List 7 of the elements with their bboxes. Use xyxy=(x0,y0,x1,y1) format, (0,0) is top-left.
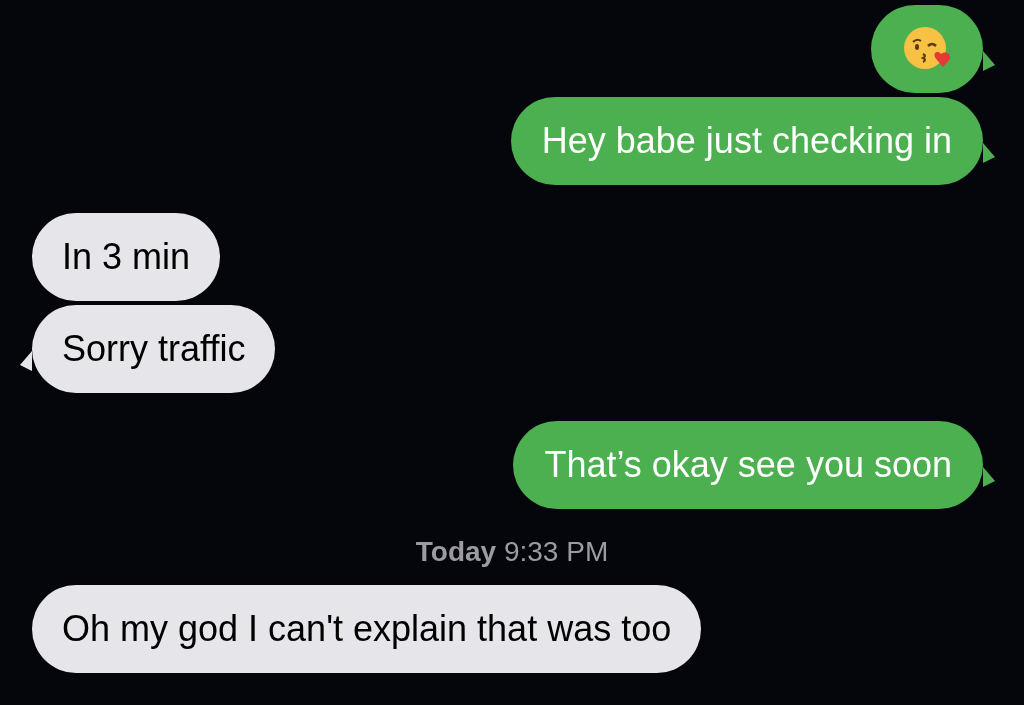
sent-message: Hey babe just checking in xyxy=(510,97,983,185)
received-message: Oh my god I can't explain that was too xyxy=(32,585,702,673)
kiss-face-icon xyxy=(903,26,951,72)
received-message: Sorry traffic xyxy=(32,305,276,393)
timestamp: Today 9:33 PM xyxy=(415,535,609,569)
received-message: In 3 min xyxy=(32,213,221,301)
sent-message: That’s okay see you soon xyxy=(513,421,983,509)
